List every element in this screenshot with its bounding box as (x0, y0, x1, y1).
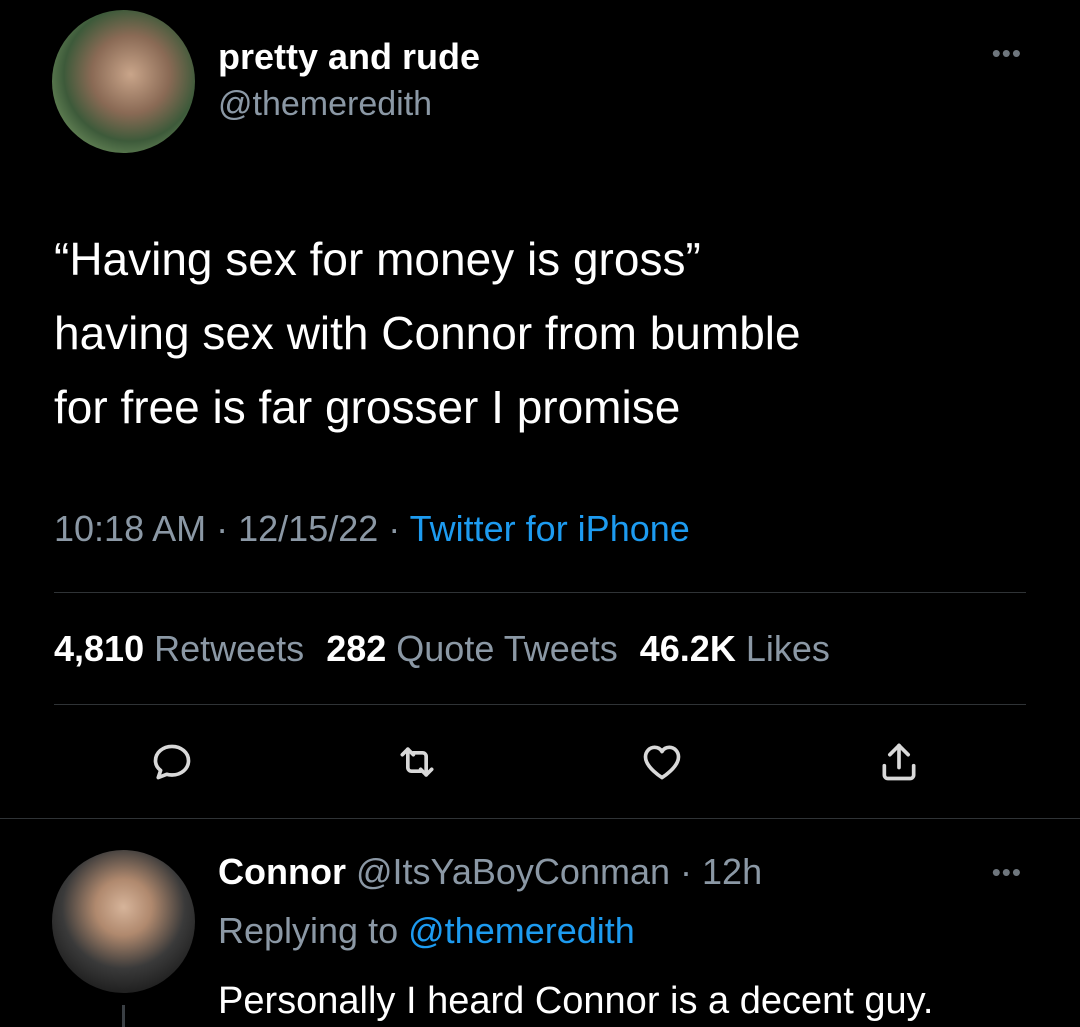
tweet-text-line: “Having sex for money is gross” (54, 233, 701, 285)
tweet-metadata: 10:18 AM · 12/15/22 · Twitter for iPhone (54, 508, 690, 550)
quote-tweets-count: 282 (326, 628, 387, 669)
divider (54, 704, 1026, 705)
reply-author-avatar[interactable] (52, 850, 195, 993)
author-handle[interactable]: @themeredith (218, 85, 432, 124)
section-divider (0, 818, 1080, 819)
author-display-name[interactable]: pretty and rude (218, 36, 480, 78)
meta-separator: · (680, 851, 693, 892)
divider (54, 592, 1026, 593)
likes-count: 46.2K (639, 628, 736, 669)
likes-stat[interactable]: 46.2K Likes (640, 628, 830, 669)
retweet-icon[interactable] (395, 740, 439, 784)
quote-tweets-stat[interactable]: 282 Quote Tweets (326, 628, 618, 669)
tweet-text-line: for free is far grosser I promise (54, 381, 681, 433)
author-avatar[interactable] (52, 10, 195, 153)
meta-separator: · (216, 508, 229, 549)
replying-to-label: Replying to (218, 910, 399, 951)
tweet-text-line: having sex with Connor from bumble (54, 307, 801, 359)
meta-separator: · (388, 508, 401, 549)
reply-text: Personally I heard Connor is a decent gu… (218, 980, 934, 1022)
replying-to: Replying to @themeredith (218, 910, 635, 952)
tweet-stats: 4,810 Retweets 282 Quote Tweets 46.2K Like… (54, 628, 830, 670)
tweet-time[interactable]: 10:18 AM (54, 508, 206, 549)
retweets-stat[interactable]: 4,810 Retweets (54, 628, 304, 669)
reply-header: Connor @ItsYaBoyConman · 12h (218, 851, 762, 893)
share-icon[interactable] (877, 740, 921, 784)
reply-author-handle[interactable]: @ItsYaBoyConman (356, 851, 670, 892)
tweet-source-link[interactable]: Twitter for iPhone (410, 508, 690, 549)
heart-icon[interactable] (640, 740, 684, 784)
reply-author-display-name[interactable]: Connor (218, 851, 346, 892)
likes-label: Likes (745, 628, 830, 669)
thread-line (122, 1005, 125, 1027)
reply-time[interactable]: 12h (702, 851, 762, 892)
more-options-icon[interactable]: ••• (992, 38, 1022, 69)
more-options-icon[interactable]: ••• (992, 857, 1022, 888)
replying-to-mention[interactable]: @themeredith (408, 910, 635, 951)
retweets-label: Retweets (154, 628, 305, 669)
tweet-date[interactable]: 12/15/22 (238, 508, 378, 549)
reply-icon[interactable] (150, 740, 194, 784)
retweets-count: 4,810 (54, 628, 145, 669)
tweet-text: “Having sex for money is gross” having s… (54, 222, 1054, 444)
quote-tweets-label: Quote Tweets (396, 628, 618, 669)
